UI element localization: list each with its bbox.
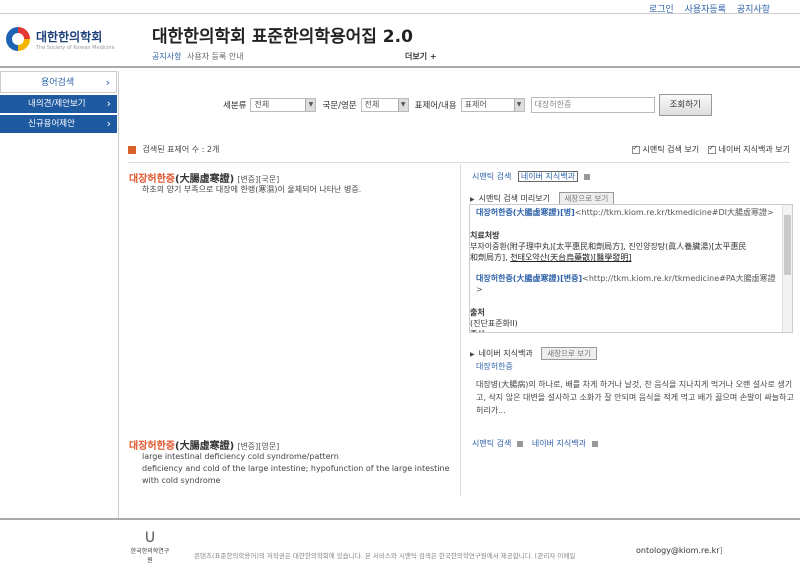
sidebar-item-my-opinions[interactable]: 내의견/제안보기 › bbox=[0, 95, 117, 113]
chevron-right-icon: › bbox=[106, 117, 111, 130]
logo-name: 대한한의학회 bbox=[36, 29, 103, 44]
footer-copyright: 콘텐츠(표준한의학용어)의 저작권은 대한한의학회에 있습니다. 본 서비스와 … bbox=[194, 552, 576, 560]
notice-label[interactable]: 공지사항 bbox=[152, 52, 181, 61]
header-divider bbox=[0, 66, 800, 68]
semantic-term-link[interactable]: 대장허한증(大腸虛寒證)[병] bbox=[476, 208, 575, 217]
entry-term-2[interactable]: 대장허한증(大腸虛寒證) [변증][영문] bbox=[129, 437, 279, 452]
naver-description: 대장병(大腸病)의 하나로, 배를 차게 하거나 날것, 찬 음식을 지나치게 … bbox=[476, 380, 794, 415]
login-link[interactable]: 로그인 bbox=[649, 5, 674, 15]
prescription-link[interactable]: 천태오약산(天台烏藥散)[醫學發明] bbox=[510, 253, 631, 262]
sidebar-item-new-term[interactable]: 신규용어제안 › bbox=[0, 115, 117, 133]
search-button[interactable]: 조회하기 bbox=[658, 94, 712, 116]
naver-preview-header: ▶ 네이버 지식백과 새창으로 보기 bbox=[470, 347, 598, 360]
field-select[interactable]: 표제어 ▼ bbox=[460, 98, 525, 112]
notice-link[interactable]: 공지사항 bbox=[737, 5, 770, 15]
dropdown-arrow-icon: ▼ bbox=[513, 99, 524, 111]
sidebar: 용어검색 › 내의견/제안보기 › 신규용어제안 › bbox=[0, 71, 117, 135]
bullet-icon bbox=[128, 145, 136, 154]
column-divider bbox=[460, 164, 461, 496]
checkbox-checked-icon[interactable] bbox=[707, 144, 716, 154]
footer-divider bbox=[0, 518, 800, 520]
entry-2-tabs: 시맨틱 검색 네이버 지식백과 bbox=[472, 438, 604, 449]
scrollbar[interactable] bbox=[782, 205, 792, 332]
top-bar: 로그인 사용자등록 공지사항 bbox=[0, 0, 800, 15]
more-link[interactable]: 더보기 + bbox=[405, 51, 437, 62]
entry-definition-2: large intestinal deficiency cold syndrom… bbox=[142, 452, 450, 485]
entry-tags: [변증][국문] bbox=[237, 175, 280, 184]
external-link-icon bbox=[591, 440, 598, 447]
sidebar-item-label: 용어검색 bbox=[41, 78, 75, 88]
logo-subtitle: The Society of Korean Medicine bbox=[36, 44, 115, 51]
top-links: 로그인 사용자등록 공지사항 bbox=[641, 2, 770, 15]
entry-tags: [변증][영문] bbox=[237, 442, 280, 451]
register-link[interactable]: 사용자등록 bbox=[685, 5, 726, 15]
divider bbox=[128, 162, 790, 163]
chevron-right-icon: › bbox=[106, 97, 111, 110]
tab-naver-encyclopedia[interactable]: 네이버 지식백과 bbox=[517, 171, 578, 182]
field-label: 표제어/내용 bbox=[414, 101, 457, 111]
naver-view-option[interactable]: 네이버 지식백과 보기 bbox=[707, 144, 790, 154]
semantic-view-option[interactable]: 시맨틱 검색 보기 bbox=[631, 144, 699, 154]
kiom-logo: ᑌ 한국한의학연구원 bbox=[130, 530, 170, 564]
sidebar-item-term-search[interactable]: 용어검색 › bbox=[0, 71, 117, 93]
semantic-preview-panel[interactable]: 대장허한증(大腸虛寒證)[병]<http://tkm.kiom.re.kr/tk… bbox=[469, 204, 793, 333]
tab-semantic-search[interactable]: 시맨틱 검색 bbox=[472, 172, 511, 181]
result-count: 검색된 표제어 수 : 2개 bbox=[142, 145, 220, 154]
external-link-icon bbox=[517, 440, 524, 447]
society-logo-icon bbox=[6, 27, 30, 51]
entry-1-tabs: 시맨틱 검색 네이버 지식백과 bbox=[472, 171, 596, 182]
kiom-logo-icon: ᑌ bbox=[144, 530, 156, 546]
external-link-icon bbox=[583, 173, 590, 180]
search-input[interactable]: 대장허한증 bbox=[530, 97, 655, 113]
site-logo[interactable]: 대한한의학회 The Society of Korean Medicine bbox=[6, 27, 115, 51]
classify-label: 세분류 bbox=[223, 101, 247, 111]
tab-semantic-search[interactable]: 시맨틱 검색 bbox=[472, 439, 511, 448]
entry-term-1[interactable]: 대장허한증(大腸虛寒證) [변증][국문] bbox=[129, 170, 279, 185]
naver-new-window-button[interactable]: 새창으로 보기 bbox=[541, 347, 598, 360]
view-options: 시맨틱 검색 보기 네이버 지식백과 보기 bbox=[626, 144, 790, 155]
register-guide-link[interactable]: 사용자 등록 안내 bbox=[187, 52, 244, 61]
naver-term-link[interactable]: 대장허한증 bbox=[476, 361, 513, 372]
classify-select[interactable]: 전체 ▼ bbox=[250, 98, 317, 112]
triangle-right-icon: ▶ bbox=[470, 351, 475, 358]
lang-select[interactable]: 전체 ▼ bbox=[360, 98, 409, 112]
result-summary: 검색된 표제어 수 : 2개 시맨틱 검색 보기 네이버 지식백과 보기 bbox=[128, 144, 790, 158]
triangle-right-icon: ▶ bbox=[470, 196, 475, 203]
sidebar-item-label: 신규용어제안 bbox=[28, 119, 75, 129]
tab-naver-encyclopedia[interactable]: 네이버 지식백과 bbox=[532, 439, 586, 448]
scroll-thumb[interactable] bbox=[784, 215, 791, 275]
lang-label: 국문/영문 bbox=[322, 101, 357, 111]
checkbox-checked-icon[interactable] bbox=[631, 144, 640, 154]
sidebar-item-label: 내의견/제안보기 bbox=[28, 99, 86, 109]
notice-bar: 공지사항 사용자 등록 안내 bbox=[152, 51, 244, 62]
search-form: 세분류 전체 ▼ 국문/영문 전체 ▼ 표제어/내용 표제어 ▼ 대장허한증 조회하기 bbox=[223, 88, 793, 122]
dropdown-arrow-icon: ▼ bbox=[397, 99, 408, 111]
entry-definition-1: 하초의 양기 부족으로 대장에 한랭(寒濕)이 울체되어 나타난 병증. bbox=[142, 185, 362, 194]
dropdown-arrow-icon: ▼ bbox=[305, 99, 316, 111]
semantic-term-link[interactable]: 대장허한증(大腸虛寒證)[변증] bbox=[476, 274, 582, 283]
chevron-right-icon: › bbox=[105, 76, 110, 89]
admin-email[interactable]: ontology@kiom.re.kr] bbox=[636, 546, 723, 555]
site-title: 대한한의학회 표준한의학용어집 2.0 bbox=[152, 27, 413, 47]
